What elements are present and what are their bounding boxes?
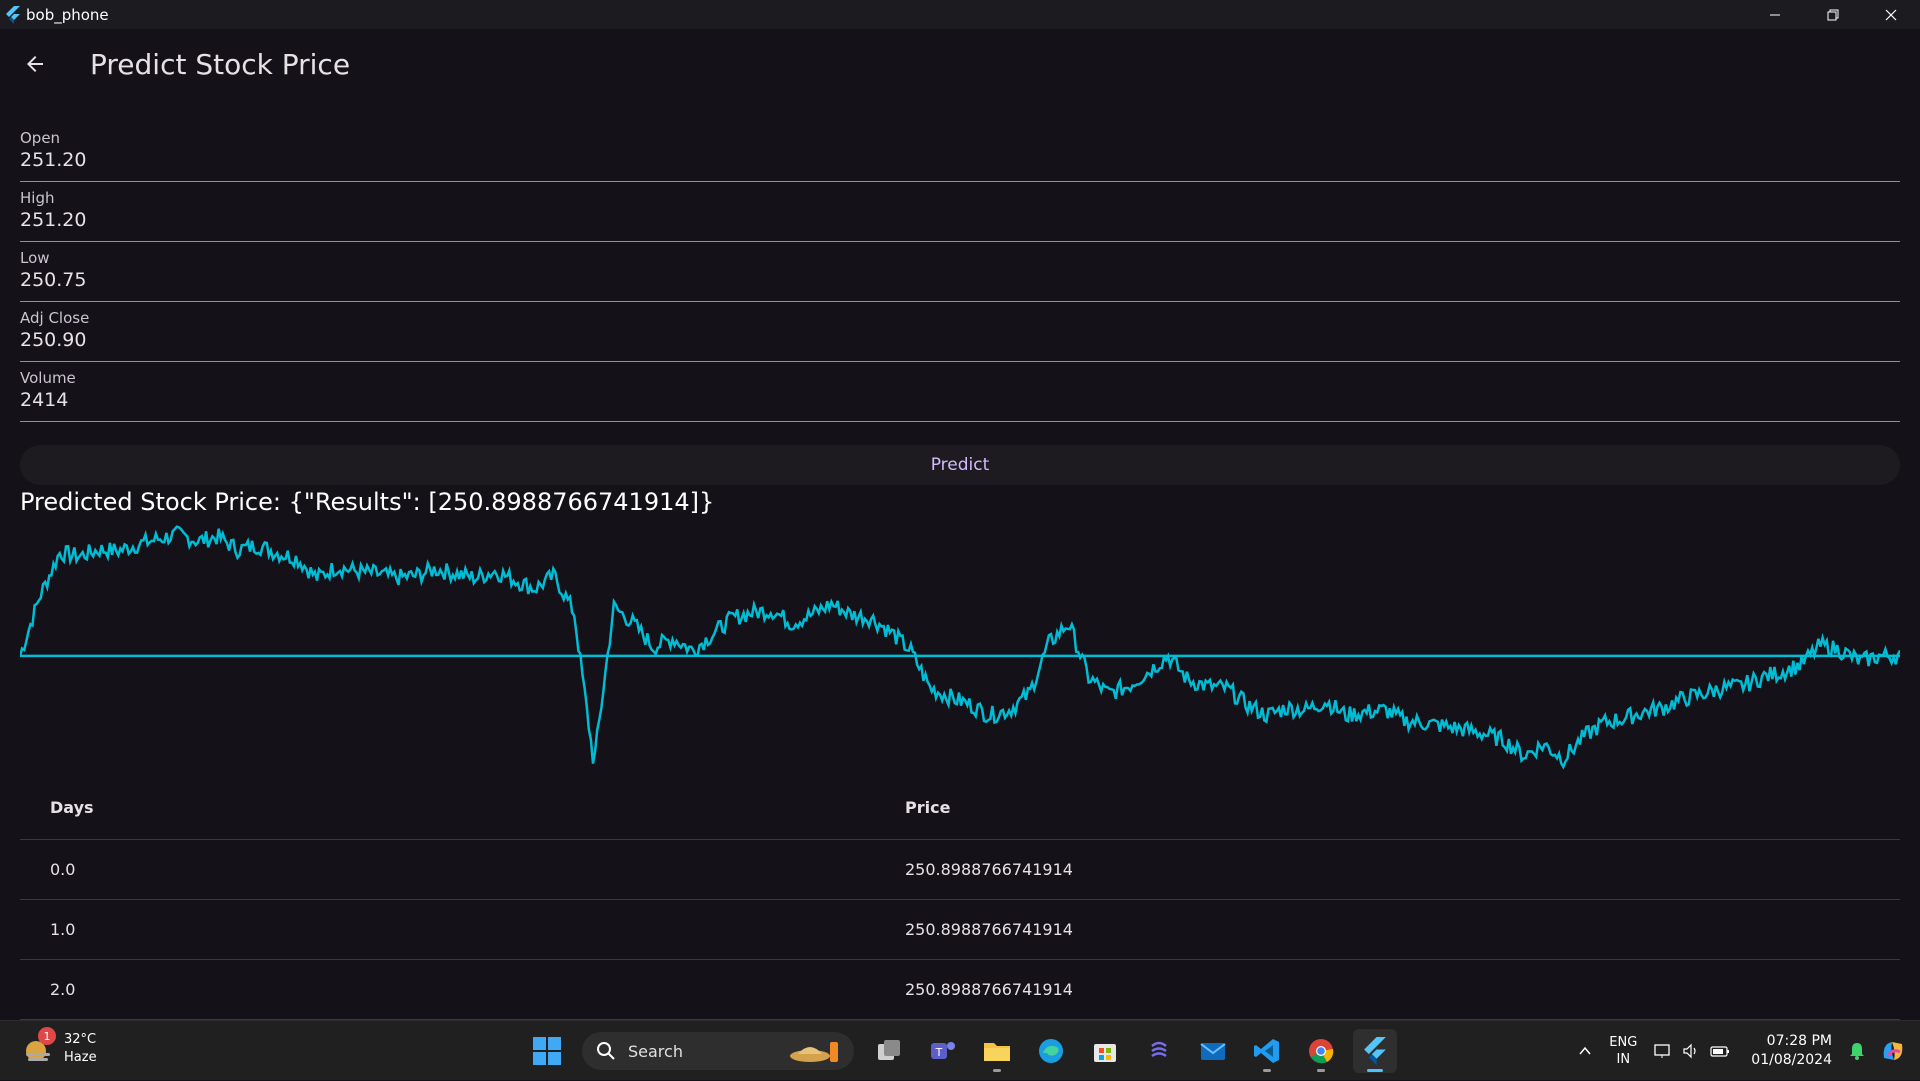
days-cell: 1.0	[50, 920, 76, 939]
back-button[interactable]	[15, 44, 55, 84]
search-icon	[597, 1042, 615, 1060]
windows-taskbar: 1 32°C Haze Search T ENG IN 07:28 PM 01/…	[0, 1020, 1920, 1080]
high-field[interactable]: High	[20, 182, 1900, 242]
close-icon	[1885, 9, 1897, 20]
days-column-header: Days	[50, 798, 94, 817]
notifications-button[interactable]	[1848, 1041, 1866, 1061]
historical-price-line	[20, 525, 1900, 770]
table-row: 1.0 250.8988766741914	[20, 900, 1900, 960]
table-row: 2.0 250.8988766741914	[20, 960, 1900, 1020]
minimize-icon	[1770, 14, 1780, 15]
quick-settings-button[interactable]	[1653, 1042, 1731, 1060]
clock-date: 01/08/2024	[1751, 1052, 1832, 1068]
close-button[interactable]	[1862, 0, 1920, 29]
weather-condition: Haze	[64, 1050, 97, 1065]
store-button[interactable]	[1083, 1029, 1127, 1073]
table-row: 0.0 250.8988766741914	[20, 840, 1900, 900]
edge-browser-icon	[1039, 1039, 1063, 1063]
battery-icon	[1710, 1046, 1730, 1057]
page-title: Predict Stock Price	[90, 47, 351, 81]
store-icon	[1094, 1044, 1116, 1062]
volume-input[interactable]	[20, 389, 1900, 411]
window-title: bob_phone	[26, 5, 109, 24]
price-line-chart	[20, 525, 1900, 770]
bell-icon	[1850, 1043, 1864, 1060]
adj-close-label: Adj Close	[20, 309, 90, 327]
chrome-button[interactable]	[1299, 1029, 1343, 1073]
flutter-icon	[1364, 1037, 1386, 1065]
restore-button[interactable]	[1804, 0, 1862, 29]
vscode-icon	[1254, 1039, 1279, 1063]
open-input[interactable]	[20, 149, 1900, 171]
price-column-header: Price	[905, 798, 951, 817]
high-input[interactable]	[20, 209, 1900, 231]
svg-text:T: T	[935, 1046, 943, 1059]
low-input[interactable]	[20, 269, 1900, 291]
weather-icon: 1	[22, 1027, 56, 1065]
prediction-result: Predicted Stock Price: {"Results": [250.…	[20, 488, 715, 516]
price-cell: 250.8988766741914	[905, 860, 1073, 879]
folder-icon	[984, 1043, 1010, 1061]
restore-icon	[1827, 9, 1839, 20]
start-button[interactable]	[525, 1029, 569, 1073]
weather-widget[interactable]: 1 32°C Haze	[22, 1027, 97, 1067]
file-explorer-button[interactable]	[975, 1029, 1019, 1073]
flutter-app-button[interactable]	[1353, 1029, 1397, 1073]
copilot-button[interactable]	[1878, 1036, 1908, 1066]
price-cell: 250.8988766741914	[905, 980, 1073, 999]
high-label: High	[20, 189, 55, 207]
price-cell: 250.8988766741914	[905, 920, 1073, 939]
teams-button[interactable]: T	[921, 1029, 965, 1073]
table-header: Days Price	[20, 776, 1900, 840]
adj-close-field[interactable]: Adj Close	[20, 302, 1900, 362]
chevron-up-icon	[1579, 1046, 1591, 1055]
days-cell: 2.0	[50, 980, 76, 999]
figma-button[interactable]	[1137, 1029, 1181, 1073]
show-hidden-icons-button[interactable]	[1577, 1043, 1593, 1059]
open-field[interactable]: Open	[20, 122, 1900, 182]
network-icon	[1654, 1044, 1670, 1058]
notification-badge: 1	[38, 1027, 56, 1045]
low-label: Low	[20, 249, 50, 267]
prediction-table: Days Price 0.0 250.8988766741914 1.0 250…	[20, 776, 1900, 1020]
system-tray: ENG IN 07:28 PM 01/08/2024	[1571, 1021, 1920, 1081]
input-language-button[interactable]: ENG IN	[1609, 1034, 1637, 1068]
volume-icon	[1683, 1043, 1696, 1059]
language-code: ENG	[1609, 1035, 1638, 1050]
minimize-button[interactable]	[1746, 0, 1804, 29]
mail-button[interactable]	[1191, 1029, 1235, 1073]
flutter-logo-icon	[6, 5, 20, 24]
chrome-icon	[1309, 1039, 1334, 1064]
mail-icon	[1200, 1043, 1226, 1060]
task-view-icon	[878, 1040, 900, 1060]
adj-close-input[interactable]	[20, 329, 1900, 351]
weather-temp: 32°C	[64, 1032, 97, 1047]
taskbar-search[interactable]: Search	[582, 1032, 854, 1070]
open-label: Open	[20, 129, 61, 147]
arrow-back-icon	[27, 56, 43, 72]
search-highlight-icon	[790, 1042, 838, 1062]
search-label: Search	[628, 1041, 683, 1061]
days-cell: 0.0	[50, 860, 76, 879]
region-code: IN	[1616, 1052, 1631, 1067]
volume-field[interactable]: Volume	[20, 362, 1900, 422]
window-title-bar: bob_phone	[0, 0, 1920, 29]
clock-button[interactable]: 07:28 PM 01/08/2024	[1751, 1032, 1832, 1070]
taskbar-apps: Search T	[520, 1027, 1402, 1075]
app-bar: Predict Stock Price	[0, 29, 1920, 99]
teams-icon: T	[931, 1042, 955, 1059]
edge-button[interactable]	[1029, 1029, 1073, 1073]
windows-start-icon	[533, 1037, 561, 1065]
predict-button[interactable]: Predict	[20, 445, 1900, 485]
vscode-button[interactable]	[1245, 1029, 1289, 1073]
app-s-icon	[1151, 1041, 1167, 1058]
copilot-icon	[1883, 1042, 1903, 1060]
volume-label: Volume	[20, 369, 76, 387]
input-form: Open High Low Adj Close Volume	[20, 122, 1900, 422]
task-view-button[interactable]	[867, 1029, 911, 1073]
low-field[interactable]: Low	[20, 242, 1900, 302]
clock-time: 07:28 PM	[1766, 1033, 1832, 1049]
